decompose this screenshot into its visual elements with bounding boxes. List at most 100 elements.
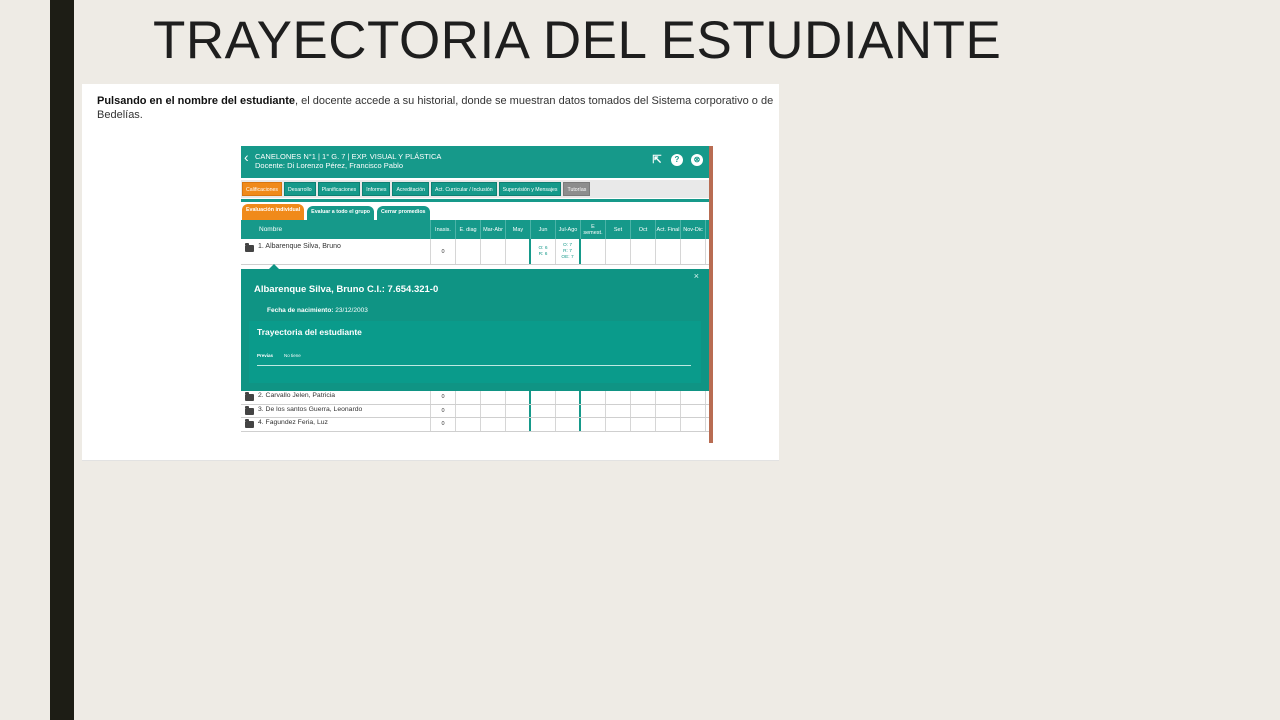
col-set: Set — [606, 220, 631, 239]
grade-cell[interactable] — [631, 391, 656, 404]
grade-cell[interactable] — [656, 391, 681, 404]
inasis-value: 0 — [431, 418, 456, 431]
col-oct: Oct — [631, 220, 656, 239]
trayectoria-panel: Trayectoria del estudiante Previas No ti… — [249, 321, 701, 383]
table-row: 3. De los santos Guerra, Leonardo 0 — [241, 404, 709, 418]
grade-cell[interactable] — [681, 391, 706, 404]
grade-cell[interactable] — [456, 418, 481, 431]
grade-cell[interactable] — [531, 404, 556, 417]
tab-acreditacion[interactable]: Acreditación — [392, 182, 429, 196]
col-inasis: Inasis. — [431, 220, 456, 239]
grade-cell-jun[interactable]: O: 6 R: 6 — [531, 239, 556, 264]
col-actfinal: Act. Final — [656, 220, 681, 239]
course-title: CANELONES N°1 | 1° G. 7 | EXP. VISUAL Y … — [255, 152, 442, 161]
grade-cell[interactable] — [606, 404, 631, 417]
teacher-name: Docente: Di Lorenzo Pérez, Francisco Pab… — [255, 161, 403, 170]
grade-note: O: 6 — [538, 245, 548, 251]
grade-cell[interactable] — [681, 404, 706, 417]
grade-cell[interactable] — [581, 239, 606, 264]
tab-informes[interactable]: Informes — [362, 182, 391, 196]
col-jun: Jun — [531, 220, 556, 239]
grade-cell[interactable] — [581, 418, 606, 431]
student-rows: 2. Carvallo Jelen, Patricia 0 3. De los … — [241, 391, 709, 432]
grade-cell[interactable] — [656, 239, 681, 264]
subtab-evaluacion-individual[interactable]: Evaluación individual — [242, 204, 305, 220]
grade-cell[interactable] — [606, 239, 631, 264]
grade-cell[interactable] — [606, 391, 631, 404]
inasis-value: 0 — [431, 391, 456, 404]
tab-tutorias[interactable]: Tutorías — [563, 182, 591, 196]
col-novdic: Nov-Dic — [681, 220, 706, 239]
subtab-evaluar-grupo[interactable]: Evaluar a todo el grupo — [307, 206, 375, 220]
grade-cell[interactable] — [656, 404, 681, 417]
col-marabr: Mar-Abr — [481, 220, 506, 239]
grade-cell[interactable] — [631, 404, 656, 417]
app-header: ‹ CANELONES N°1 | 1° G. 7 | EXP. VISUAL … — [241, 146, 709, 178]
intro-line2: Bedelías. — [97, 109, 143, 121]
grade-cell[interactable] — [456, 404, 481, 417]
divider — [257, 365, 691, 366]
back-chevron-icon[interactable]: ‹ — [244, 150, 249, 164]
grade-cell[interactable] — [506, 404, 531, 417]
col-esemest: E semest. — [581, 220, 606, 239]
app-screenshot: ‹ CANELONES N°1 | 1° G. 7 | EXP. VISUAL … — [241, 146, 713, 443]
grade-note: R: 7 — [563, 248, 572, 254]
grade-cell[interactable] — [531, 391, 556, 404]
folder-icon — [245, 392, 254, 401]
grade-cell-julago[interactable]: O: 7 R: 7 OE: 7 — [556, 239, 581, 264]
grade-cell[interactable] — [656, 418, 681, 431]
col-julago: Jul-Ago — [556, 220, 581, 239]
main-tabs: Calificaciones Desarrollo Planificacione… — [241, 180, 709, 198]
grade-cell[interactable] — [581, 391, 606, 404]
student-name-link[interactable]: 3. De los santos Guerra, Leonardo — [241, 404, 431, 417]
grade-cell[interactable] — [556, 418, 581, 431]
grade-cell[interactable] — [581, 404, 606, 417]
grade-cell[interactable] — [481, 418, 506, 431]
tab-supervision[interactable]: Supervisión y Mensajes — [498, 182, 562, 196]
grade-cell[interactable] — [606, 418, 631, 431]
student-history-popup: × Albarenque Silva, Bruno C.I.: 7.654.32… — [241, 264, 709, 391]
table-row: 4. Fagundez Feria, Luz 0 — [241, 418, 709, 432]
inasis-value: 0 — [431, 239, 456, 264]
intro-text: Pulsando en el nombre del estudiante, el… — [97, 94, 779, 122]
grade-cell[interactable] — [506, 239, 531, 264]
birth-date: Fecha de nacimiento: 23/12/2003 — [267, 307, 368, 314]
grade-cell[interactable] — [506, 418, 531, 431]
slide-accent-bar — [50, 0, 74, 720]
sub-tabs: Evaluación individual Evaluar a todo el … — [241, 204, 430, 220]
subtab-cerrar-promedios[interactable]: Cerrar promedios — [377, 206, 430, 220]
grade-cell[interactable] — [556, 404, 581, 417]
document-screenshot: Pulsando en el nombre del estudiante, el… — [82, 84, 779, 461]
tab-planificaciones[interactable]: Planificaciones — [317, 182, 361, 196]
close-icon[interactable]: × — [694, 271, 699, 281]
grade-cell[interactable] — [681, 239, 706, 264]
close-circle-icon[interactable]: ⊗ — [691, 154, 703, 166]
col-ediag: E. diag — [456, 220, 481, 239]
help-icon[interactable]: ? — [671, 154, 683, 166]
grade-cell[interactable] — [481, 391, 506, 404]
col-nombre[interactable]: Nombre — [241, 220, 431, 239]
export-icon[interactable]: ⇱ — [651, 154, 663, 166]
grade-cell[interactable] — [531, 418, 556, 431]
tab-calificaciones[interactable]: Calificaciones — [242, 182, 283, 196]
student-name-link[interactable]: 1. Albarenque Silva, Bruno — [241, 239, 431, 264]
slide-title: TRAYECTORIA DEL ESTUDIANTE — [153, 11, 1002, 70]
grade-cell[interactable] — [456, 391, 481, 404]
table-header: Nombre Inasis. E. diag Mar-Abr May Jun J… — [241, 220, 709, 239]
grade-cell[interactable] — [681, 418, 706, 431]
student-name-link[interactable]: 4. Fagundez Feria, Luz — [241, 418, 431, 431]
grade-cell[interactable] — [456, 239, 481, 264]
folder-icon — [245, 243, 254, 252]
grade-cell[interactable] — [481, 404, 506, 417]
grade-cell[interactable] — [506, 391, 531, 404]
grade-note: OE: 7 — [561, 254, 574, 260]
grade-cell[interactable] — [631, 418, 656, 431]
grade-cell[interactable] — [556, 391, 581, 404]
grade-cell[interactable] — [631, 239, 656, 264]
tab-act-curricular[interactable]: Act. Curricular / Inclusión — [431, 182, 497, 196]
student-name: 4. Fagundez Feria, Luz — [258, 419, 328, 426]
tab-desarrollo[interactable]: Desarrollo — [284, 182, 316, 196]
grade-cell[interactable] — [481, 239, 506, 264]
student-name-link[interactable]: 2. Carvallo Jelen, Patricia — [241, 391, 431, 404]
student-name: 1. Albarenque Silva, Bruno — [258, 243, 341, 250]
